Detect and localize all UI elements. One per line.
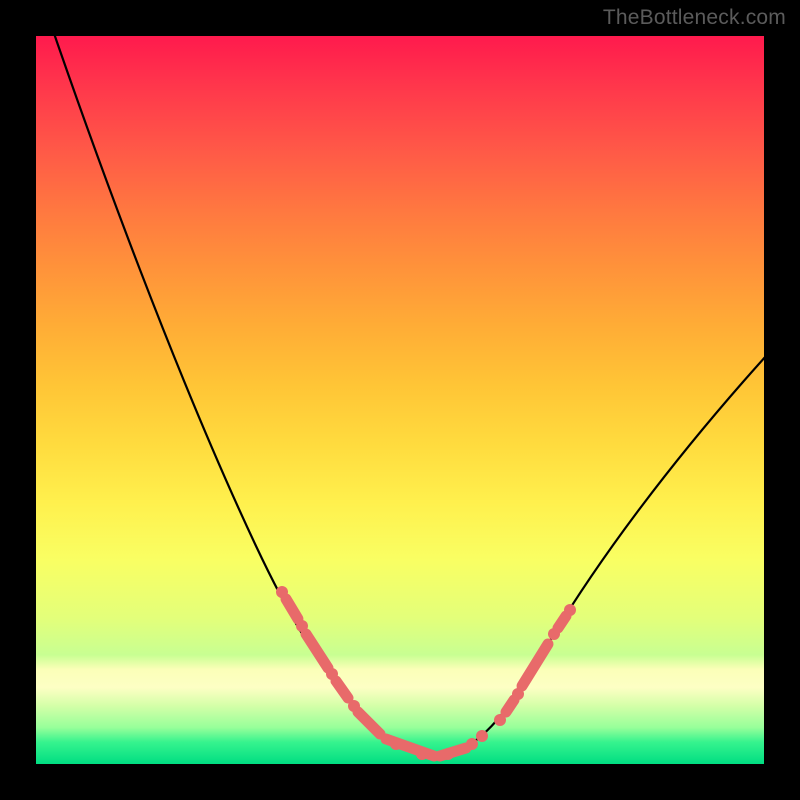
marker-dot: [564, 604, 576, 616]
plot-area: [36, 36, 764, 764]
marker-segment: [286, 599, 298, 619]
marker-segment: [558, 616, 566, 628]
marker-dot: [296, 620, 308, 632]
marker-segment: [522, 644, 548, 686]
watermark-text: TheBottleneck.com: [603, 6, 786, 30]
marker-dot: [494, 714, 506, 726]
marker-dot: [348, 700, 360, 712]
marker-segment: [306, 634, 328, 668]
marker-segment: [506, 700, 514, 712]
marker-dot: [416, 748, 428, 760]
marker-segment: [336, 681, 348, 698]
marker-dot: [512, 688, 524, 700]
marker-dot: [548, 628, 560, 640]
chart-frame: TheBottleneck.com: [0, 0, 800, 800]
marker-dot: [466, 738, 478, 750]
bottleneck-curve: [48, 16, 766, 754]
marker-dot: [476, 730, 488, 742]
marker-dot: [326, 668, 338, 680]
marker-dot: [390, 738, 402, 750]
marker-dot: [276, 586, 288, 598]
marker-segment: [358, 712, 380, 734]
marker-dot: [442, 748, 454, 760]
curve-svg: [36, 36, 764, 764]
